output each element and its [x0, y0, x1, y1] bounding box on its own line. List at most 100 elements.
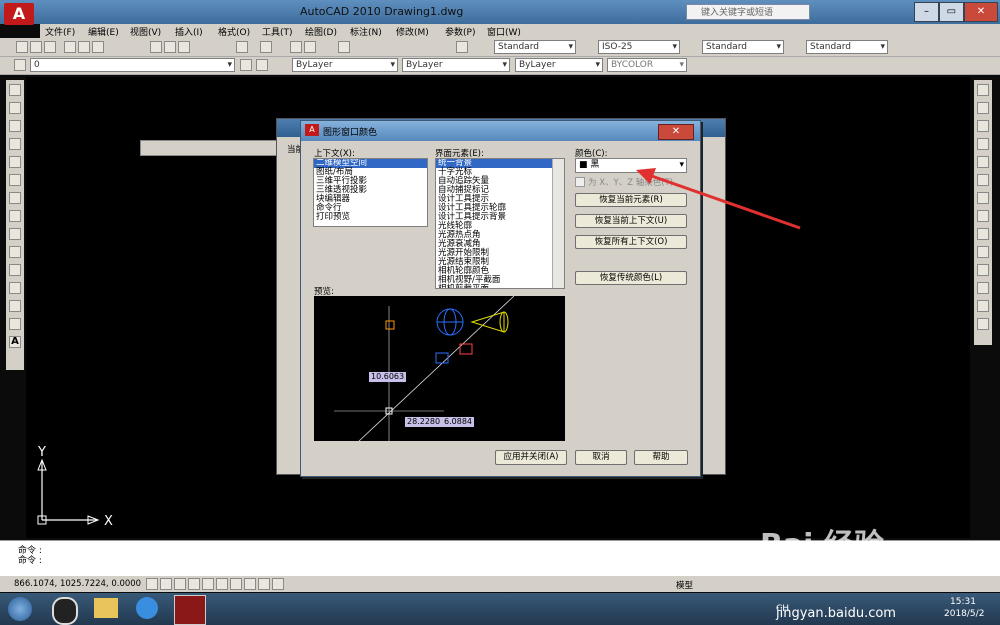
arc-icon[interactable]	[9, 156, 21, 168]
cut-icon[interactable]	[150, 41, 162, 53]
layer-manager-icon[interactable]	[14, 59, 26, 71]
help-button[interactable]: 帮助	[634, 450, 688, 465]
copy-icon[interactable]	[164, 41, 176, 53]
menu-format[interactable]: 格式(O)	[218, 25, 250, 38]
menu-draw[interactable]: 绘图(D)	[305, 25, 337, 38]
ortho-icon[interactable]	[174, 578, 186, 590]
make-current-icon[interactable]	[240, 59, 252, 71]
polar-icon[interactable]	[188, 578, 200, 590]
polyline-icon[interactable]	[9, 102, 21, 114]
rotate-icon[interactable]	[977, 192, 989, 204]
qq-icon[interactable]	[52, 597, 78, 625]
cancel-button[interactable]: 取消	[575, 450, 627, 465]
extend-icon[interactable]	[977, 264, 989, 276]
minimize-button[interactable]: –	[914, 2, 939, 22]
folder-icon[interactable]	[94, 598, 118, 618]
hatch-icon[interactable]	[9, 264, 21, 276]
menu-window[interactable]: 窗口(W)	[487, 25, 521, 38]
restore-classic-button[interactable]: 恢复传统颜色(L)	[575, 271, 687, 285]
close-button[interactable]: ✕	[963, 2, 998, 22]
stretch-icon[interactable]	[977, 228, 989, 240]
spline-icon[interactable]	[9, 192, 21, 204]
maximize-button[interactable]: ▭	[938, 2, 964, 22]
offset-icon[interactable]	[977, 138, 989, 150]
dim-style-select[interactable]: ISO-25	[598, 40, 680, 54]
element-listbox[interactable]: 统一背景 十字光标 自动追踪矢量 自动捕捉标记 设计工具提示 设计工具提示轮廓 设计工具提示…	[435, 158, 565, 289]
dialog-close-button[interactable]: ✕	[658, 124, 694, 140]
region-icon[interactable]	[9, 282, 21, 294]
trim-icon[interactable]	[977, 246, 989, 258]
ellipse-icon[interactable]	[9, 210, 21, 222]
snap-icon[interactable]	[146, 578, 158, 590]
menu-parametric[interactable]: 参数(P)	[445, 25, 475, 38]
start-button[interactable]	[8, 597, 32, 621]
erase-icon[interactable]	[977, 84, 989, 96]
app-logo-button[interactable]: A	[4, 3, 34, 25]
properties-icon[interactable]	[338, 41, 350, 53]
layer-previous-icon[interactable]	[256, 59, 268, 71]
move-icon[interactable]	[977, 174, 989, 186]
print-icon[interactable]	[64, 41, 76, 53]
menu-dimension[interactable]: 标注(N)	[350, 25, 382, 38]
lineweight-select[interactable]: ByLayer	[515, 58, 603, 72]
open-icon[interactable]	[30, 41, 42, 53]
table-icon[interactable]	[9, 300, 21, 312]
mtext-icon[interactable]: A	[9, 336, 21, 348]
block-icon[interactable]	[9, 228, 21, 240]
element-scrollbar[interactable]	[552, 159, 564, 288]
autocad-taskbar-icon[interactable]	[174, 595, 206, 625]
zoom-icon[interactable]	[304, 41, 316, 53]
rectangle-icon[interactable]	[9, 138, 21, 150]
array-icon[interactable]	[977, 156, 989, 168]
help-icon[interactable]	[456, 41, 468, 53]
copy-object-icon[interactable]	[977, 102, 989, 114]
context-listbox[interactable]: 二维模型空间 图纸/布局 三维平行投影 三维透视投影 块编辑器 命令行 打印预览	[313, 158, 428, 227]
fillet-icon[interactable]	[977, 318, 989, 330]
point-icon[interactable]	[9, 246, 21, 258]
search-input[interactable]: 键入关键字或短语	[686, 4, 810, 20]
quick-properties-icon[interactable]	[272, 578, 284, 590]
floating-toolbar[interactable]	[140, 140, 282, 156]
menu-edit[interactable]: 编辑(E)	[88, 25, 119, 38]
line-icon[interactable]	[9, 84, 21, 96]
lineweight-icon[interactable]	[258, 578, 270, 590]
ducs-icon[interactable]	[230, 578, 242, 590]
scale-icon[interactable]	[977, 210, 989, 222]
mirror-icon[interactable]	[977, 120, 989, 132]
pan-icon[interactable]	[290, 41, 302, 53]
otrack-icon[interactable]	[216, 578, 228, 590]
model-tab[interactable]: 模型	[676, 579, 693, 591]
new-icon[interactable]	[16, 41, 28, 53]
osnap-icon[interactable]	[202, 578, 214, 590]
preview-icon[interactable]	[78, 41, 90, 53]
dyn-icon[interactable]	[244, 578, 256, 590]
text-style-select[interactable]: Standard	[494, 40, 576, 54]
table-style-select[interactable]: Standard	[702, 40, 784, 54]
linetype-select[interactable]: ByLayer	[402, 58, 510, 72]
circle-icon[interactable]	[9, 174, 21, 186]
redo-icon[interactable]	[260, 41, 272, 53]
undo-icon[interactable]	[236, 41, 248, 53]
break-icon[interactable]	[977, 282, 989, 294]
color-select[interactable]: ByLayer	[292, 58, 398, 72]
menu-tools[interactable]: 工具(T)	[262, 25, 293, 38]
layer-select[interactable]: 0	[30, 58, 235, 72]
grid-icon[interactable]	[160, 578, 172, 590]
context-list-item[interactable]: 打印预览	[314, 213, 427, 222]
plotstyle-select[interactable]: BYCOLOR	[607, 58, 687, 72]
polygon-icon[interactable]	[9, 120, 21, 132]
gradient-icon[interactable]	[9, 318, 21, 330]
tint-checkbox[interactable]	[575, 177, 585, 187]
paste-icon[interactable]	[178, 41, 190, 53]
menu-file[interactable]: 文件(F)	[45, 25, 75, 38]
menu-modify[interactable]: 修改(M)	[396, 25, 429, 38]
save-icon[interactable]	[44, 41, 56, 53]
menu-insert[interactable]: 插入(I)	[175, 25, 203, 38]
menu-view[interactable]: 视图(V)	[130, 25, 161, 38]
publish-icon[interactable]	[92, 41, 104, 53]
apply-close-button[interactable]: 应用并关闭(A)	[495, 450, 567, 465]
element-list-item[interactable]: 相机剪裁平面	[436, 285, 564, 289]
browser-icon[interactable]	[136, 597, 158, 619]
chamfer-icon[interactable]	[977, 300, 989, 312]
mleader-style-select[interactable]: Standard	[806, 40, 888, 54]
